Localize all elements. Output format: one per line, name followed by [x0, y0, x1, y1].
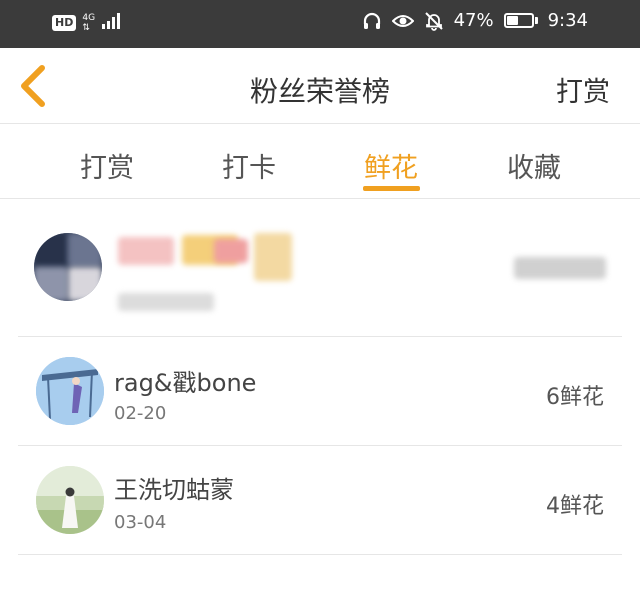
avatar: [34, 233, 102, 301]
tab-reward[interactable]: 打赏: [52, 146, 162, 185]
network-indicator: 4G ⇅: [82, 13, 95, 33]
pixelated-block: [34, 267, 68, 301]
battery-body: [503, 13, 534, 28]
pixelated-value: [514, 257, 606, 279]
tab-favorites[interactable]: 收藏: [479, 146, 589, 185]
list-item[interactable]: 王洗切蛄蒙 03-04 4鲜花: [18, 446, 622, 555]
battery-tip: [534, 17, 538, 24]
nav-bar: 粉丝荣誉榜 打赏: [0, 48, 640, 124]
mute-bell-icon: [424, 11, 444, 31]
battery-fill: [506, 16, 518, 25]
status-left: HD 4G ⇅: [52, 12, 121, 34]
network-activity: ⇅: [82, 23, 90, 33]
tab-bar: 打赏 打卡 鲜花 收藏: [0, 124, 640, 199]
pixelated-name: [254, 233, 292, 281]
clock: 9:34: [547, 10, 588, 31]
headphone-icon: [362, 11, 382, 31]
battery-percent: 47%: [453, 10, 494, 31]
avatar: [36, 357, 104, 425]
reward-action-button[interactable]: 打赏: [556, 70, 610, 109]
status-right: 47% 9:34: [362, 10, 588, 31]
date: 02-20: [114, 403, 167, 424]
network-type: 4G: [82, 13, 96, 23]
hd-badge: HD: [52, 15, 77, 31]
pixelated-name: [214, 239, 248, 263]
page-title: 粉丝荣誉榜: [249, 75, 390, 108]
pixelated-block: [68, 233, 102, 267]
tab-flowers[interactable]: 鲜花: [336, 146, 446, 185]
signal-icon: [101, 12, 121, 34]
status-bar: HD 4G ⇅ 47% 9:34: [0, 0, 640, 48]
flower-count: 6鲜花: [546, 385, 604, 410]
battery-icon: [503, 13, 538, 28]
date: 03-04: [114, 512, 167, 533]
pixelated-date: [118, 293, 214, 311]
pixelated-name: [118, 237, 174, 265]
eye-icon: [391, 12, 414, 30]
tab-checkin[interactable]: 打卡: [194, 146, 304, 185]
active-tab-indicator: [363, 186, 420, 191]
pixelated-block: [34, 233, 68, 267]
flower-count: 4鲜花: [546, 494, 604, 519]
pixelated-block: [68, 267, 102, 301]
list-item-obscured[interactable]: [18, 199, 622, 337]
user-name: rag&戳bone: [114, 369, 257, 397]
list-item[interactable]: rag&戳bone 02-20 6鲜花: [18, 337, 622, 446]
user-name: 王洗切蛄蒙: [114, 476, 234, 504]
avatar: [36, 466, 104, 534]
